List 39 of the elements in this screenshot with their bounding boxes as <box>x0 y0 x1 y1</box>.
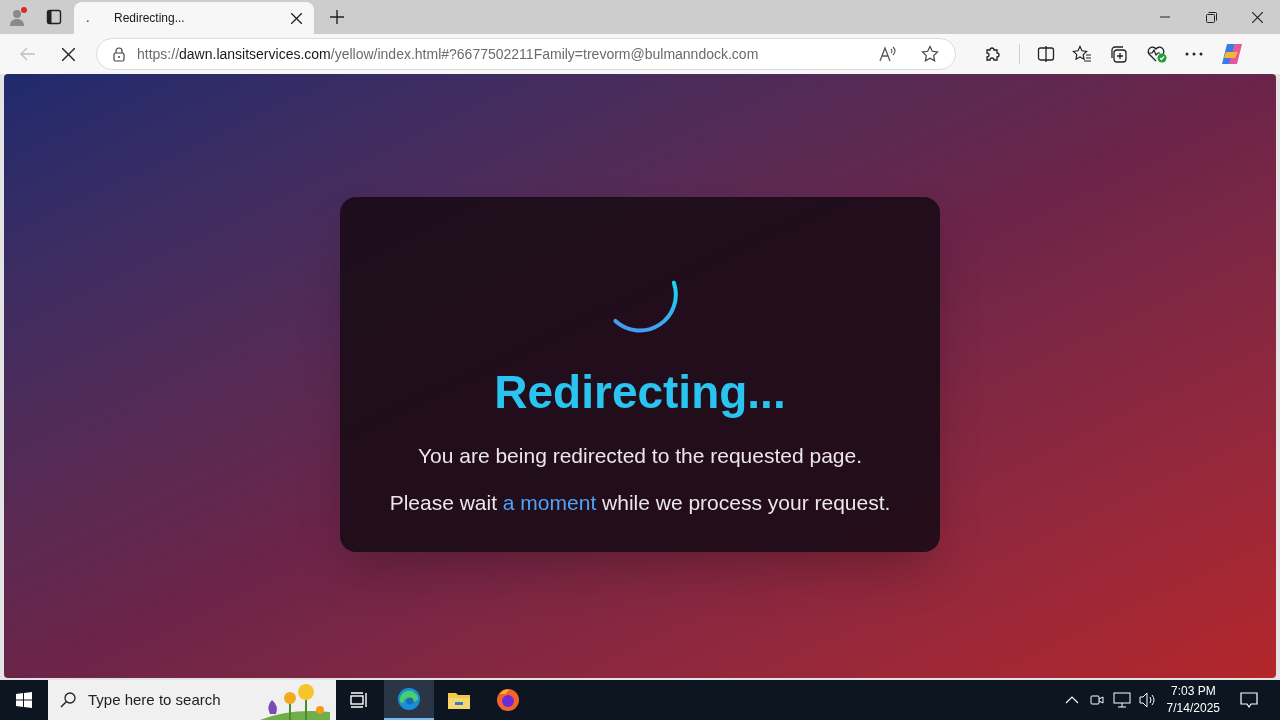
speaker-icon[interactable] <box>1138 692 1157 708</box>
search-input[interactable]: Type here to search <box>88 688 248 712</box>
profile-icon[interactable] <box>8 6 30 28</box>
clock-time[interactable]: 7:03 PM <box>1170 683 1216 700</box>
restore-icon <box>1205 11 1217 23</box>
message-text: You are being redirected to the requested page. <box>417 442 863 469</box>
tab-actions-icon[interactable] <box>46 9 62 25</box>
url-text: https://dawn.lansitservices.com/yellow/index.html#?6677502211Family=trevorm@bulmanndock.com <box>137 44 760 64</box>
browser-tab[interactable]: . Redirecting... <box>74 2 314 34</box>
chevron-up-icon[interactable] <box>1064 696 1079 704</box>
search-field[interactable]: Type here to search <box>48 680 336 720</box>
tab-favicon: . <box>86 9 91 28</box>
edge-taskbar-button[interactable] <box>384 680 434 720</box>
notifications-icon[interactable] <box>1240 691 1258 709</box>
back-arrow-icon <box>20 47 36 61</box>
health-heart-icon[interactable] <box>1146 44 1168 64</box>
search-icon <box>60 692 76 708</box>
windows-logo-icon <box>16 692 32 708</box>
close-tab-icon[interactable] <box>291 12 302 24</box>
note-text: Please wait a moment while we process your request. <box>389 490 891 516</box>
favorites-icon[interactable] <box>1072 45 1092 63</box>
camera-icon[interactable] <box>1088 692 1105 708</box>
heading: Redirecting... <box>494 365 786 420</box>
close-icon <box>61 47 75 61</box>
more-options-icon[interactable] <box>1185 52 1203 56</box>
folder-icon[interactable] <box>447 690 471 710</box>
read-aloud-icon[interactable] <box>879 46 897 62</box>
lock-icon <box>113 46 125 62</box>
tab-title: Redirecting... <box>114 10 186 27</box>
network-icon[interactable] <box>1112 692 1131 708</box>
task-view-icon[interactable] <box>350 692 368 708</box>
clock-date[interactable]: 7/14/2025 <box>1166 700 1220 717</box>
split-screen-icon[interactable] <box>1037 45 1055 63</box>
favorite-star-icon[interactable] <box>921 45 939 63</box>
plus-icon <box>330 10 344 24</box>
puzzle-icon[interactable] <box>984 45 1002 63</box>
collections-icon[interactable] <box>1109 45 1129 63</box>
address-bar[interactable]: https://dawn.lansitservices.com/yellow/index.html#?6677502211Family=trevorm@bulmanndock.com <box>96 38 956 70</box>
close-icon <box>1251 11 1263 23</box>
